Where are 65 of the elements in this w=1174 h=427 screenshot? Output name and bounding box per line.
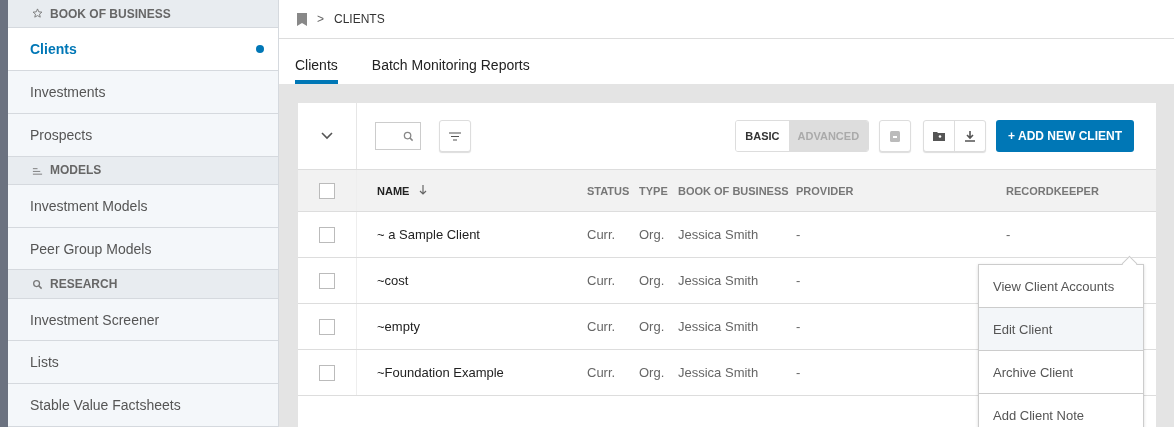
- breadcrumb-separator: >: [317, 12, 324, 26]
- menu-item[interactable]: Archive Client: [979, 351, 1143, 394]
- filter-icon: [449, 131, 461, 141]
- search-icon: [403, 130, 414, 142]
- sort-arrow-icon[interactable]: [419, 185, 428, 196]
- select-all-checkbox[interactable]: [319, 182, 335, 199]
- table-cell: Curr.: [587, 273, 616, 288]
- breadcrumb-current: CLIENTS: [334, 12, 385, 26]
- section-title: MODELS: [50, 163, 102, 178]
- folder-icon: [933, 131, 946, 141]
- row-checkbox[interactable]: [319, 318, 335, 335]
- section-title: RESEARCH: [50, 277, 118, 292]
- search-icon: [32, 278, 43, 290]
- sidebar-item[interactable]: Stable Value Factsheets: [8, 384, 278, 427]
- table-cell: ~ a Sample Client: [377, 227, 480, 242]
- tab[interactable]: Batch Monitoring Reports: [371, 39, 530, 84]
- sidebar-item[interactable]: Investment Screener: [8, 298, 278, 342]
- column-header[interactable]: STATUS: [587, 184, 630, 197]
- table-cell: Jessica Smith: [678, 273, 759, 288]
- row-checkbox[interactable]: [319, 364, 335, 381]
- sidebar-item[interactable]: Investments: [8, 71, 278, 114]
- table-cell: -: [796, 273, 801, 288]
- column-header[interactable]: BOOK OF BUSINESS: [678, 184, 789, 197]
- add-new-client-button[interactable]: + ADD NEW CLIENT: [996, 120, 1134, 152]
- search-field[interactable]: [375, 122, 421, 150]
- table-cell: ~Foundation Example: [377, 365, 504, 380]
- sidebar-item[interactable]: Prospects: [8, 113, 278, 157]
- menu-item[interactable]: View Client Accounts: [979, 265, 1143, 308]
- archive-box-icon: [890, 130, 901, 142]
- sidebar-item[interactable]: Lists: [8, 341, 278, 385]
- sidebar-item[interactable]: Investment Models: [8, 184, 278, 228]
- table-cell: Jessica Smith: [678, 227, 759, 242]
- download-icon: [965, 130, 976, 142]
- menu-item[interactable]: Add Client Note: [979, 394, 1143, 427]
- active-dot: [256, 45, 264, 54]
- table-cell: Org.: [639, 273, 665, 288]
- menu-item[interactable]: Edit Client: [979, 308, 1143, 351]
- filter-button[interactable]: [439, 120, 471, 152]
- table-cell: Jessica Smith: [678, 365, 759, 380]
- table-cell: -: [796, 319, 801, 334]
- column-header[interactable]: RECORDKEEPER: [1006, 184, 1099, 197]
- table-cell: Org.: [639, 227, 665, 242]
- table-cell: -: [796, 227, 801, 242]
- table-cell: Org.: [639, 319, 665, 334]
- table-cell: Org.: [639, 365, 665, 380]
- column-header[interactable]: NAME: [377, 184, 410, 197]
- row-checkbox[interactable]: [319, 272, 335, 289]
- table-cell: -: [796, 365, 801, 380]
- section-title: BOOK OF BUSINESS: [50, 6, 171, 21]
- table-cell: -: [1006, 227, 1011, 242]
- chevron-down-icon[interactable]: [321, 132, 333, 140]
- table-cell: ~cost: [377, 273, 409, 288]
- sidebar-item[interactable]: Clients: [8, 28, 278, 71]
- bookmark-icon: [297, 12, 307, 26]
- column-header[interactable]: TYPE: [639, 184, 668, 197]
- row-checkbox[interactable]: [319, 226, 335, 243]
- star-icon: [32, 8, 43, 20]
- table-cell: Jessica Smith: [678, 319, 759, 334]
- column-header[interactable]: PROVIDER: [796, 184, 854, 197]
- archive-button[interactable]: [879, 120, 912, 152]
- table-cell: Curr.: [587, 227, 616, 242]
- tab[interactable]: Clients: [295, 39, 338, 84]
- table-cell: Curr.: [587, 319, 616, 334]
- table-cell: ~empty: [377, 319, 420, 334]
- table-cell: Curr.: [587, 365, 616, 380]
